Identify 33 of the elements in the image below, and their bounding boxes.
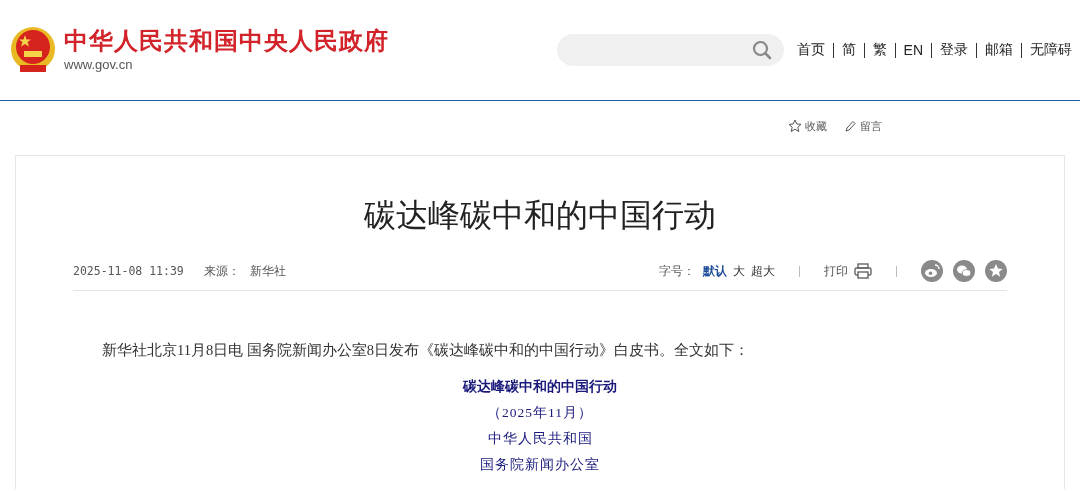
nav-link[interactable]: 简 bbox=[841, 41, 856, 59]
article-title: 碳达峰碳中和的中国行动 bbox=[363, 196, 717, 235]
source-name: 新华社 bbox=[249, 262, 286, 280]
centered-line: 国务院新闻办公室 bbox=[480, 456, 600, 474]
lead-paragraph: 新华社北京11月8日电 国务院新闻办公室8日发布《碳达峰碳中和的中国行动》白皮书。全文如下： bbox=[102, 341, 751, 360]
font-size-label: 字号： bbox=[659, 262, 695, 280]
nav-link[interactable]: 邮箱 bbox=[985, 41, 1013, 59]
font-size-option[interactable]: 默认 bbox=[703, 262, 727, 280]
font-size-option[interactable]: 大 bbox=[733, 262, 745, 280]
nav-link[interactable]: 繁 bbox=[872, 41, 887, 59]
document-heading: 碳达峰碳中和的中国行动 bbox=[463, 378, 617, 396]
site-domain: www.gov.cn bbox=[64, 56, 134, 74]
print-link[interactable]: 打印 bbox=[824, 262, 872, 280]
pencil-icon bbox=[843, 119, 857, 133]
star-icon bbox=[788, 119, 802, 133]
toolbar-link[interactable]: 留言 bbox=[843, 113, 882, 139]
source-label: 来源： bbox=[203, 262, 240, 280]
nav-link[interactable]: 无障碍 bbox=[1030, 41, 1072, 59]
nav-link[interactable]: 登录 bbox=[940, 41, 968, 59]
nav-link[interactable]: 首页 bbox=[796, 41, 825, 59]
centered-line: （2025年11月） bbox=[487, 404, 593, 422]
printer-icon bbox=[854, 263, 872, 279]
search-icon[interactable] bbox=[751, 40, 772, 60]
nav-link[interactable]: EN bbox=[903, 42, 923, 58]
centered-line: 中华人民共和国 bbox=[487, 430, 593, 448]
emblem-icon bbox=[10, 25, 56, 75]
search-field[interactable] bbox=[556, 34, 784, 66]
font-size-option[interactable]: 超大 bbox=[751, 262, 775, 280]
publish-date: 2025-11-08 11:39 bbox=[73, 264, 184, 278]
site-name[interactable]: 中华人民共和国中央人民政府 bbox=[64, 26, 389, 56]
toolbar-link[interactable]: 收藏 bbox=[788, 113, 827, 139]
chat-bubbles-icon[interactable] bbox=[953, 260, 975, 282]
weibo-icon[interactable] bbox=[921, 260, 943, 282]
